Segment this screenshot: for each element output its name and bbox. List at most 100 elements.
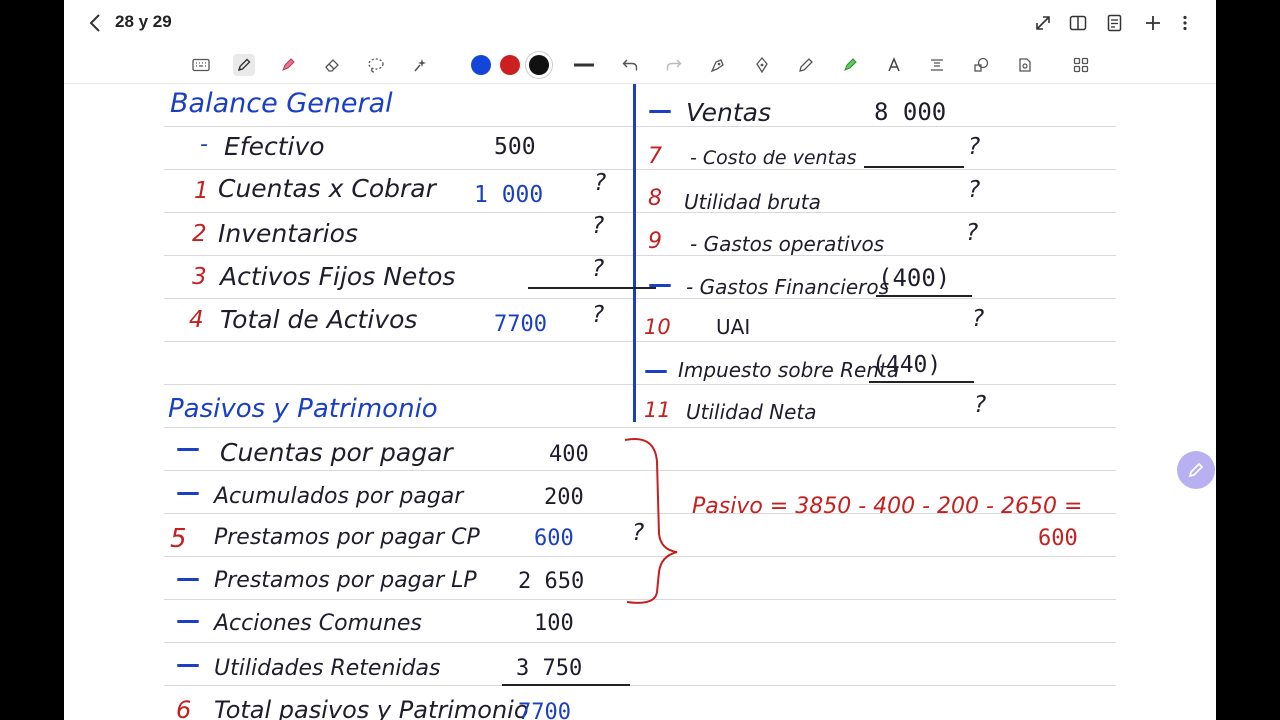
eraser-icon[interactable] <box>321 54 343 76</box>
ruled-line <box>164 298 1116 299</box>
income-label: Ventas <box>686 98 772 127</box>
pen-icon[interactable] <box>233 54 255 76</box>
balance-label: Efectivo <box>224 132 325 161</box>
pasivos-label: Total pasivos y Patrimonio <box>214 696 529 720</box>
expand-icon[interactable] <box>1032 12 1054 34</box>
color-blue-swatch[interactable] <box>471 55 491 75</box>
scan-text-icon[interactable] <box>926 54 948 76</box>
question-mark: ? <box>592 256 605 282</box>
question-mark: ? <box>594 170 607 196</box>
pasivos-value: 2 650 <box>518 569 585 594</box>
document-title[interactable]: 28 y 29 <box>115 12 172 32</box>
ruled-line <box>164 255 1116 256</box>
pasivos-value: 400 <box>549 442 589 467</box>
highlighter-icon[interactable] <box>277 54 299 76</box>
income-marker: — <box>648 270 672 298</box>
balance-marker: 2 <box>192 221 207 247</box>
balance-value: 1 000 <box>474 182 544 208</box>
back-icon[interactable] <box>84 12 106 34</box>
pasivos-label: Prestamos por pagar LP <box>214 568 477 593</box>
column-divider <box>633 84 636 422</box>
note-page[interactable]: Balance General - Efectivo 500 1 Cuentas… <box>164 84 1116 720</box>
question-mark: ? <box>972 306 985 332</box>
pasivos-marker: — <box>176 564 200 592</box>
grid-icon[interactable] <box>1070 54 1092 76</box>
income-label: - Gastos operativos <box>690 232 885 256</box>
ruled-line <box>164 685 1116 686</box>
ruled-line <box>164 126 1116 127</box>
ruled-line <box>164 341 1116 342</box>
shapes-icon[interactable] <box>970 54 992 76</box>
income-value: (400) <box>878 264 951 292</box>
balance-marker: - <box>200 132 208 157</box>
pasivos-marker: — <box>176 606 200 634</box>
more-icon[interactable] <box>1174 12 1196 34</box>
keyboard-icon[interactable] <box>190 54 212 76</box>
color-red-swatch[interactable] <box>500 55 520 75</box>
ruled-line <box>164 212 1116 213</box>
underline <box>528 287 656 289</box>
ballpoint-icon[interactable] <box>795 54 817 76</box>
pasivos-marker: 6 <box>176 696 192 720</box>
question-mark: ? <box>966 220 979 246</box>
laser-icon[interactable] <box>409 54 431 76</box>
balance-label: Total de Activos <box>220 305 418 334</box>
income-label: - Costo de ventas <box>690 147 857 169</box>
income-marker: 9 <box>648 229 662 254</box>
ruled-line <box>164 427 1116 428</box>
shape-pen-icon[interactable] <box>707 54 729 76</box>
title-bar: 28 y 29 <box>64 0 1216 46</box>
pasivos-label: Acciones Comunes <box>214 611 422 636</box>
income-marker: — <box>648 96 672 124</box>
text-icon[interactable] <box>883 54 905 76</box>
question-mark: ? <box>968 177 981 203</box>
income-label: Utilidad Neta <box>686 400 817 424</box>
underline <box>864 166 964 168</box>
income-marker: 11 <box>644 398 671 422</box>
balance-marker: 4 <box>189 307 204 333</box>
income-label: UAI <box>716 315 751 339</box>
income-value: 8 000 <box>874 98 947 126</box>
balance-label: Inventarios <box>218 219 358 248</box>
undo-icon[interactable] <box>619 54 641 76</box>
pasivos-label: Utilidades Retenidas <box>214 656 441 681</box>
pasivos-value: 200 <box>544 485 584 510</box>
pasivos-label: Acumulados por pagar <box>214 484 464 509</box>
balance-label: Activos Fijos Netos <box>220 262 456 291</box>
pasivos-marker: — <box>176 434 200 462</box>
lasso-icon[interactable] <box>365 54 387 76</box>
fountain-pen-icon[interactable] <box>751 54 773 76</box>
question-mark: ? <box>592 302 605 328</box>
income-label: - Gastos Financieros <box>686 275 890 299</box>
pages-icon[interactable] <box>1104 12 1126 34</box>
redo-icon[interactable] <box>663 54 685 76</box>
floating-pen-button[interactable] <box>1177 451 1215 489</box>
add-icon[interactable] <box>1142 12 1164 34</box>
pasivos-marker: — <box>176 650 200 678</box>
balance-label: Cuentas x Cobrar <box>218 174 436 203</box>
underline <box>869 381 974 383</box>
pasivos-label: Prestamos por pagar CP <box>214 525 480 550</box>
sticker-icon[interactable] <box>1014 54 1036 76</box>
book-icon[interactable] <box>1067 12 1089 34</box>
income-label: Utilidad bruta <box>684 190 821 214</box>
marker-icon[interactable] <box>839 54 861 76</box>
question-mark: ? <box>974 392 987 418</box>
income-marker: 8 <box>648 186 662 211</box>
income-marker: 7 <box>648 144 662 169</box>
ruled-line <box>164 169 1116 170</box>
income-label: Impuesto sobre Renta <box>678 358 900 382</box>
ruled-line <box>164 384 1116 385</box>
balance-title: Balance General <box>170 88 393 119</box>
underline <box>502 684 630 686</box>
pasivos-title: Pasivos y Patrimonio <box>168 394 438 424</box>
red-brace <box>624 438 678 604</box>
question-mark: ? <box>968 134 981 160</box>
balance-value: 7700 <box>494 312 547 337</box>
color-black-swatch[interactable] <box>529 55 549 75</box>
question-mark: ? <box>592 213 605 239</box>
pasivos-value: 100 <box>534 611 574 636</box>
stroke-width-icon[interactable] <box>573 54 595 76</box>
pasivos-label: Cuentas por pagar <box>220 438 453 467</box>
pasivos-marker: 5 <box>170 524 187 554</box>
